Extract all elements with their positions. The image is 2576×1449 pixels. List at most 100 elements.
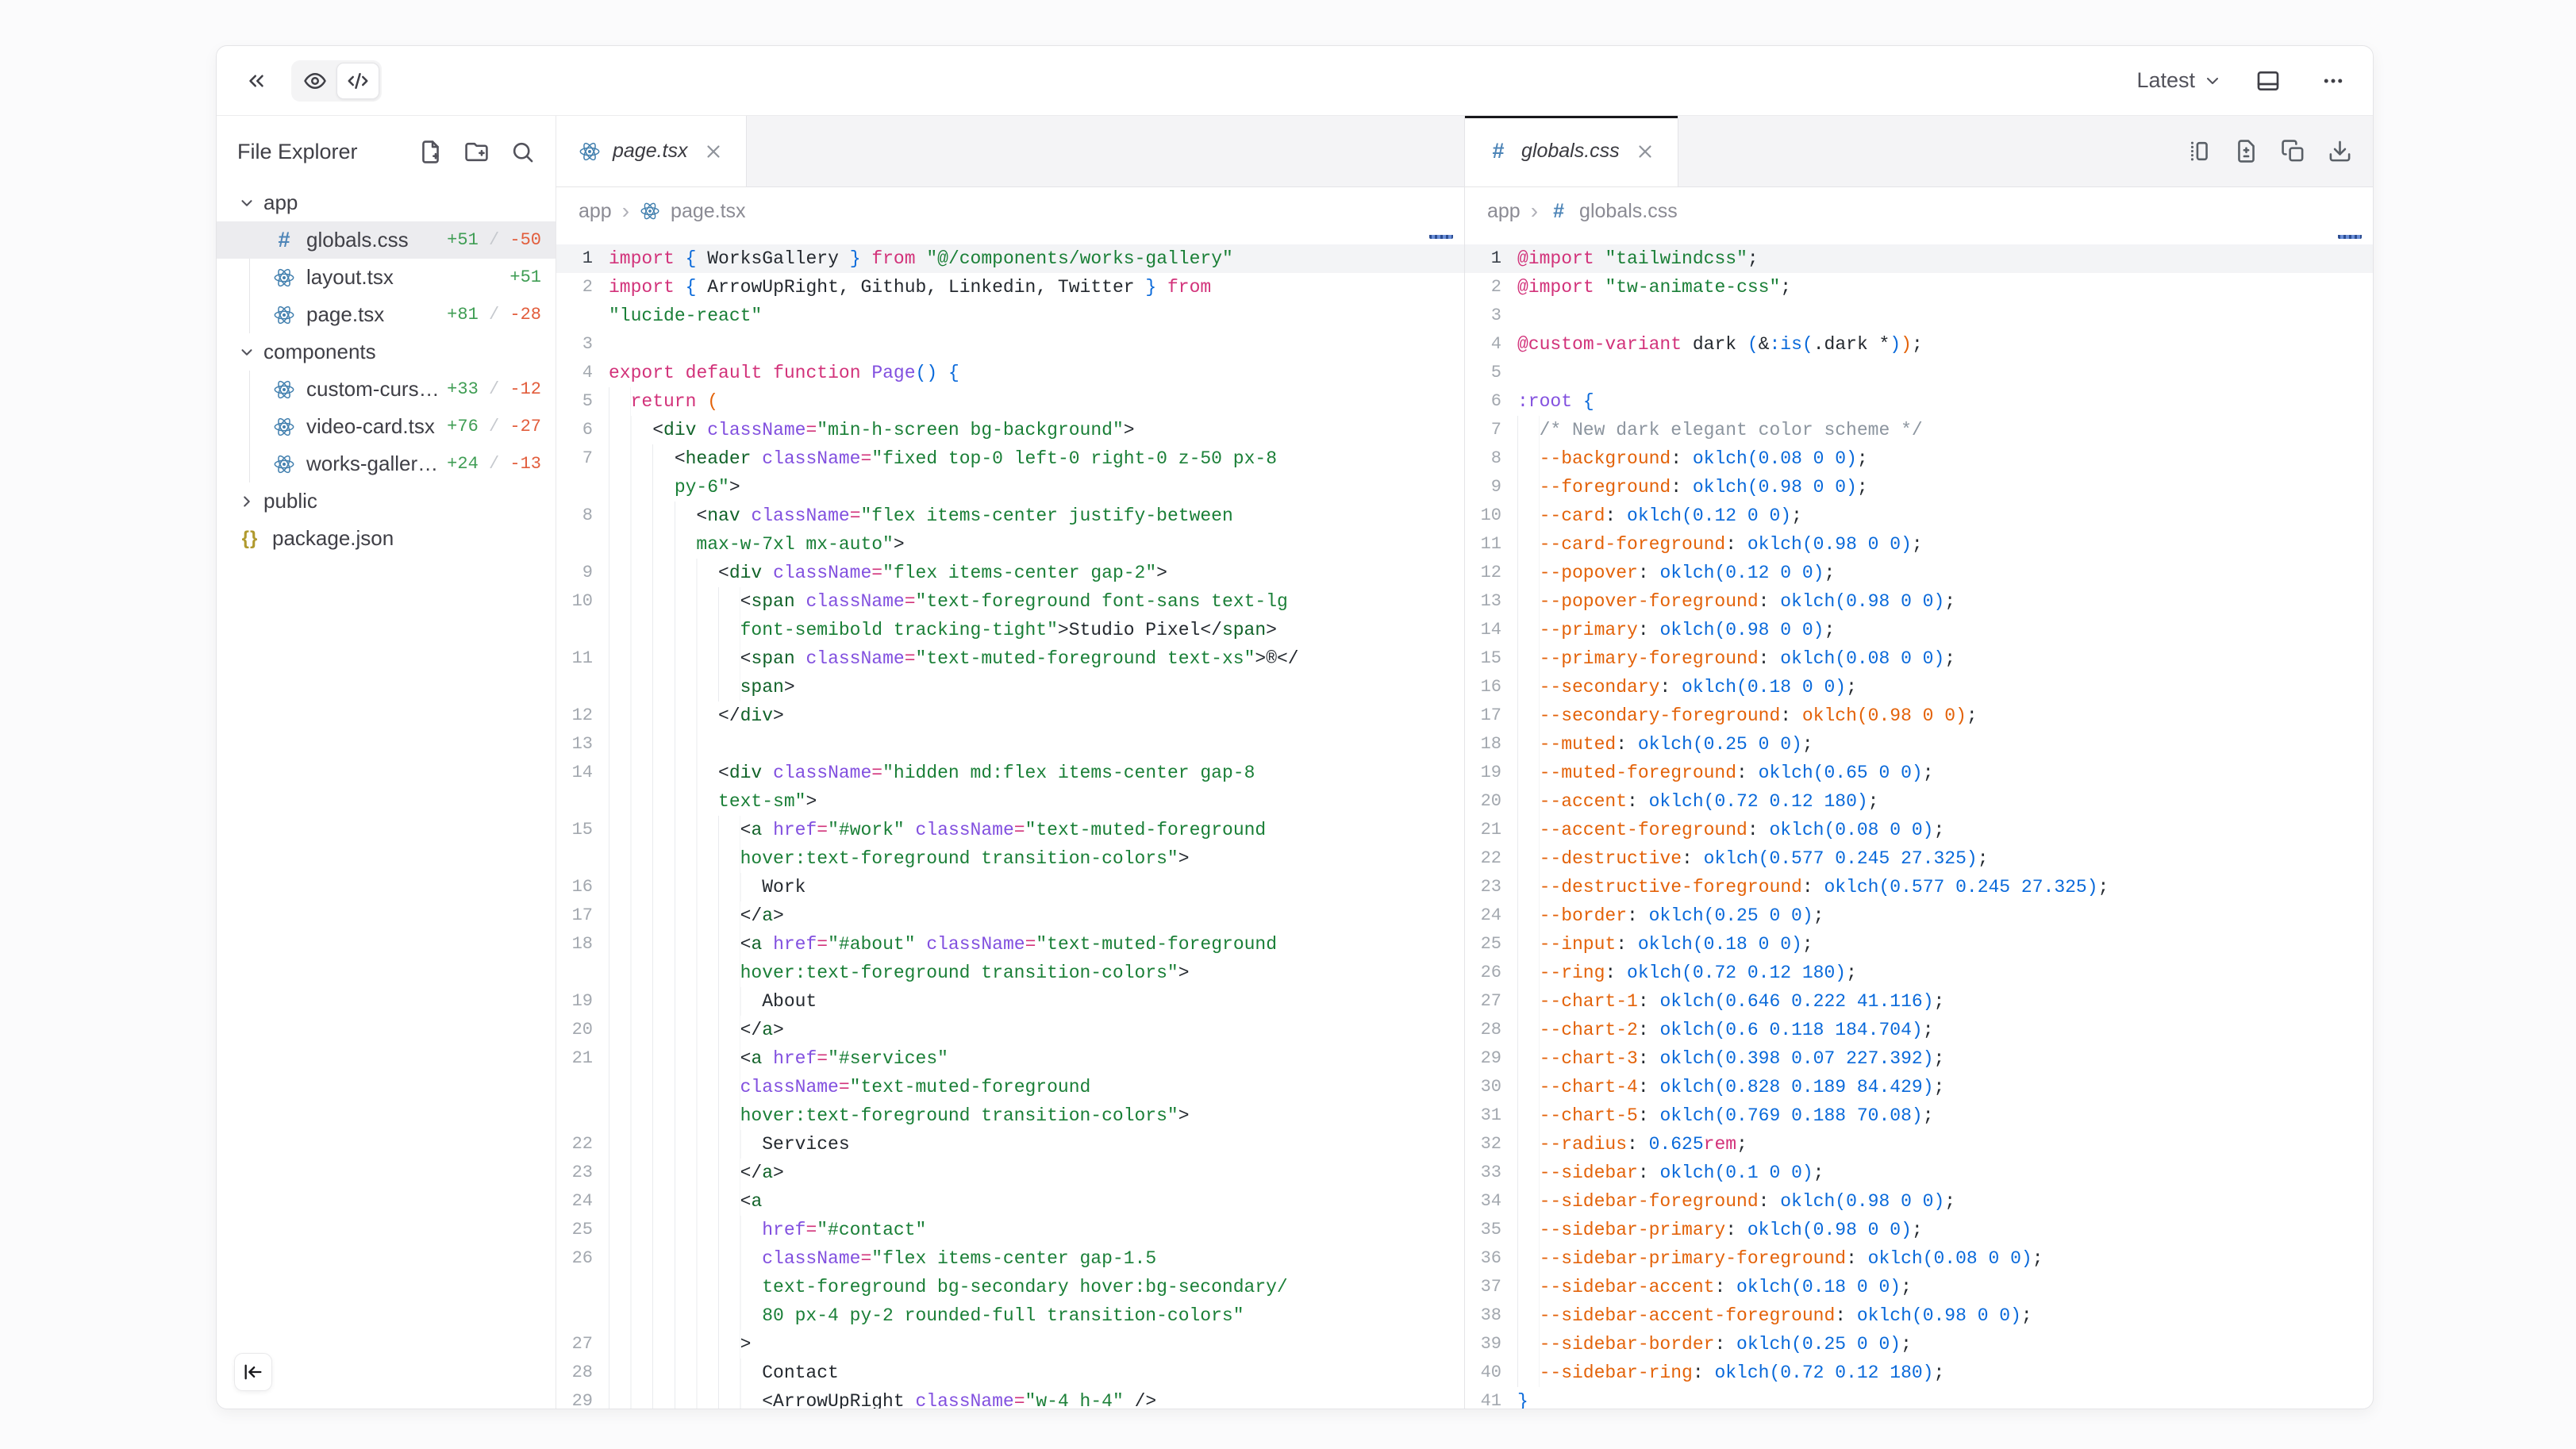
code-line[interactable]: 34--sidebar-foreground: oklch(0.98 0 0); — [1465, 1187, 2373, 1216]
code-line[interactable]: 6:root { — [1465, 387, 2373, 416]
preview-toggle-button[interactable] — [294, 63, 336, 99]
code-line[interactable]: 17--secondary-foreground: oklch(0.98 0 0… — [1465, 701, 2373, 730]
code-line[interactable]: 12--popover: oklch(0.12 0 0); — [1465, 559, 2373, 587]
code-line[interactable]: 35--sidebar-primary: oklch(0.98 0 0); — [1465, 1216, 2373, 1244]
code-line[interactable]: max-w-7xl mx-auto"> — [556, 530, 1464, 559]
code-line[interactable]: 9--foreground: oklch(0.98 0 0); — [1465, 473, 2373, 502]
tree-file-package-json[interactable]: {}package.json — [217, 520, 556, 557]
code-line[interactable]: 14<div className="hidden md:flex items-c… — [556, 759, 1464, 787]
code-line[interactable]: 12</div> — [556, 701, 1464, 730]
new-folder-button[interactable] — [464, 140, 489, 164]
code-line[interactable]: 36--sidebar-primary-foreground: oklch(0.… — [1465, 1244, 2373, 1273]
tree-file-video-card-tsx[interactable]: video-card.tsx+76 / -27 — [217, 408, 556, 445]
code-line[interactable]: 27> — [556, 1330, 1464, 1359]
code-line[interactable]: 17</a> — [556, 901, 1464, 930]
code-line[interactable]: 11<span className="text-muted-foreground… — [556, 644, 1464, 673]
code-line[interactable]: hover:text-foreground transition-colors"… — [556, 1101, 1464, 1130]
collapse-chat-button[interactable] — [237, 62, 275, 100]
code-line[interactable]: 28--chart-2: oklch(0.6 0.118 184.704); — [1465, 1016, 2373, 1044]
code-line[interactable]: 32--radius: 0.625rem; — [1465, 1130, 2373, 1159]
code-line[interactable]: 5 — [1465, 359, 2373, 387]
code-line[interactable]: 20</a> — [556, 1016, 1464, 1044]
code-line[interactable]: 21<a href="#services" — [556, 1044, 1464, 1073]
code-editor-page-tsx[interactable]: 1import { WorksGallery } from "@/compone… — [556, 235, 1464, 1409]
breadcrumb-file[interactable]: globals.css — [1579, 200, 1678, 223]
code-line[interactable]: 13 — [556, 730, 1464, 759]
code-line[interactable]: hover:text-foreground transition-colors"… — [556, 844, 1464, 873]
code-line[interactable]: 2@import "tw-animate-css"; — [1465, 273, 2373, 302]
tree-folder-app[interactable]: app — [217, 184, 556, 221]
code-line[interactable]: 4export default function Page() { — [556, 359, 1464, 387]
search-icon[interactable] — [510, 140, 535, 164]
code-line[interactable]: 16--secondary: oklch(0.18 0 0); — [1465, 673, 2373, 701]
code-line[interactable]: 1@import "tailwindcss"; — [1465, 244, 2373, 273]
code-line[interactable]: 3 — [1465, 302, 2373, 330]
code-line[interactable]: 26className="flex items-center gap-1.5 — [556, 1244, 1464, 1273]
download-icon[interactable] — [2328, 139, 2352, 163]
code-line[interactable]: hover:text-foreground transition-colors"… — [556, 959, 1464, 987]
more-options-button[interactable] — [2314, 62, 2352, 100]
code-line[interactable]: 1import { WorksGallery } from "@/compone… — [556, 244, 1464, 273]
code-line[interactable]: 10<span className="text-foreground font-… — [556, 587, 1464, 616]
code-line[interactable]: 23</a> — [556, 1159, 1464, 1187]
breadcrumb-file[interactable]: page.tsx — [671, 200, 746, 223]
code-line[interactable]: py-6"> — [556, 473, 1464, 502]
code-line[interactable]: 4@custom-variant dark (&:is(.dark *)); — [1465, 330, 2373, 359]
code-line[interactable]: 11--card-foreground: oklch(0.98 0 0); — [1465, 530, 2373, 559]
tree-file-page-tsx[interactable]: page.tsx+81 / -28 — [217, 296, 556, 333]
code-line[interactable]: 6<div className="min-h-screen bg-backgro… — [556, 416, 1464, 444]
version-selector[interactable]: Latest — [2136, 68, 2222, 93]
code-line[interactable]: 30--chart-4: oklch(0.828 0.189 84.429); — [1465, 1073, 2373, 1101]
code-line[interactable]: 80 px-4 py-2 rounded-full transition-col… — [556, 1301, 1464, 1330]
code-line[interactable]: className="text-muted-foreground — [556, 1073, 1464, 1101]
code-line[interactable]: 13--popover-foreground: oklch(0.98 0 0); — [1465, 587, 2373, 616]
code-line[interactable]: 8--background: oklch(0.08 0 0); — [1465, 444, 2373, 473]
split-view-icon[interactable] — [2187, 139, 2212, 163]
code-line[interactable]: 7<header className="fixed top-0 left-0 r… — [556, 444, 1464, 473]
code-line[interactable]: 18<a href="#about" className="text-muted… — [556, 930, 1464, 959]
code-line[interactable]: 37--sidebar-accent: oklch(0.18 0 0); — [1465, 1273, 2373, 1301]
code-line[interactable]: text-foreground bg-secondary hover:bg-se… — [556, 1273, 1464, 1301]
code-line[interactable]: 15<a href="#work" className="text-muted-… — [556, 816, 1464, 844]
code-line[interactable]: 41} — [1465, 1387, 2373, 1409]
close-icon[interactable] — [703, 141, 724, 162]
code-line[interactable]: 27--chart-1: oklch(0.646 0.222 41.116); — [1465, 987, 2373, 1016]
code-line[interactable]: 15--primary-foreground: oklch(0.08 0 0); — [1465, 644, 2373, 673]
breadcrumb-root[interactable]: app — [579, 200, 612, 223]
code-line[interactable]: 14--primary: oklch(0.98 0 0); — [1465, 616, 2373, 644]
code-line[interactable]: 19--muted-foreground: oklch(0.65 0 0); — [1465, 759, 2373, 787]
file-diff-icon[interactable] — [2234, 139, 2259, 163]
code-line[interactable]: 16Work — [556, 873, 1464, 901]
code-line[interactable]: font-semibold tracking-tight">Studio Pix… — [556, 616, 1464, 644]
collapse-explorer-button[interactable] — [234, 1353, 272, 1391]
code-line[interactable]: 8<nav className="flex items-center justi… — [556, 502, 1464, 530]
code-line[interactable]: 38--sidebar-accent-foreground: oklch(0.9… — [1465, 1301, 2373, 1330]
new-file-button[interactable] — [418, 140, 443, 164]
code-line[interactable]: 25href="#contact" — [556, 1216, 1464, 1244]
code-line[interactable]: 9<div className="flex items-center gap-2… — [556, 559, 1464, 587]
code-line[interactable]: text-sm"> — [556, 787, 1464, 816]
code-line[interactable]: 3 — [556, 330, 1464, 359]
tree-folder-components[interactable]: components — [217, 333, 556, 371]
code-line[interactable]: 10--card: oklch(0.12 0 0); — [1465, 502, 2373, 530]
code-editor-globals-css[interactable]: 1@import "tailwindcss";2@import "tw-anim… — [1465, 235, 2373, 1409]
code-line[interactable]: 24<a — [556, 1187, 1464, 1216]
code-line[interactable]: 31--chart-5: oklch(0.769 0.188 70.08); — [1465, 1101, 2373, 1130]
code-toggle-button[interactable] — [336, 63, 379, 99]
copy-icon[interactable] — [2281, 139, 2305, 163]
code-line[interactable]: "lucide-react" — [556, 302, 1464, 330]
tree-file-works-galler-[interactable]: works-galler…+24 / -13 — [217, 445, 556, 482]
code-line[interactable]: 5return ( — [556, 387, 1464, 416]
code-line[interactable]: 29--chart-3: oklch(0.398 0.07 227.392); — [1465, 1044, 2373, 1073]
code-line[interactable]: 21--accent-foreground: oklch(0.08 0 0); — [1465, 816, 2373, 844]
code-line[interactable]: span> — [556, 673, 1464, 701]
tree-file-custom-curs-[interactable]: custom-curs…+33 / -12 — [217, 371, 556, 408]
code-line[interactable]: 18--muted: oklch(0.25 0 0); — [1465, 730, 2373, 759]
code-line[interactable]: 22--destructive: oklch(0.577 0.245 27.32… — [1465, 844, 2373, 873]
code-line[interactable]: 40--sidebar-ring: oklch(0.72 0.12 180); — [1465, 1359, 2373, 1387]
tree-folder-public[interactable]: public — [217, 482, 556, 520]
tab-page-tsx[interactable]: page.tsx — [556, 116, 747, 186]
code-line[interactable]: 19About — [556, 987, 1464, 1016]
code-line[interactable]: 22Services — [556, 1130, 1464, 1159]
tab-globals-css[interactable]: # globals.css — [1465, 116, 1678, 186]
